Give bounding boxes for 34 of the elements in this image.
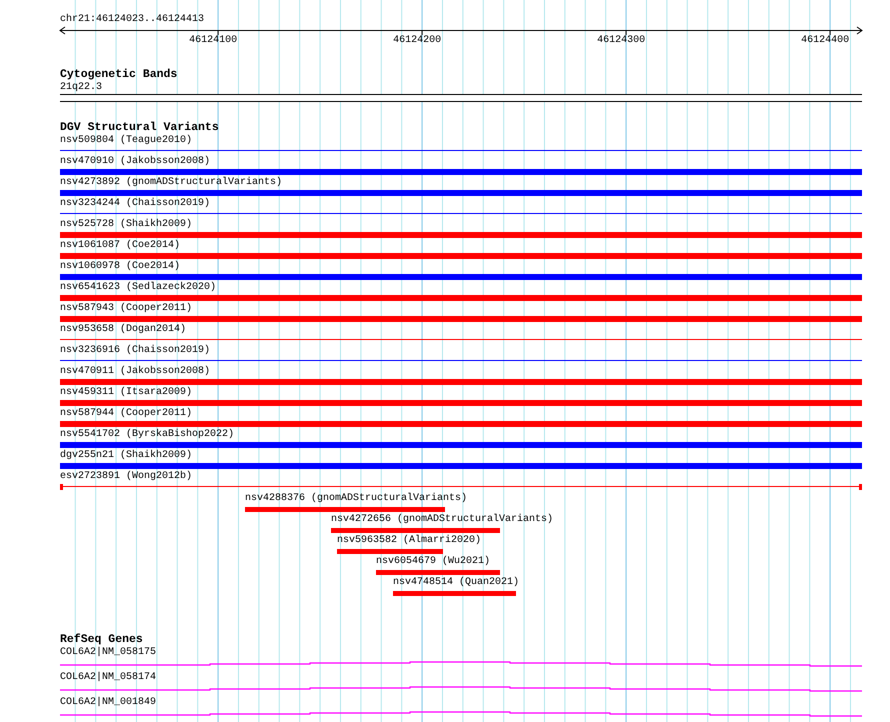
track-title: RefSeq Genes xyxy=(60,634,144,646)
gene-label: COL6A2|NM_058174 xyxy=(60,672,158,684)
variant-label: nsv4273892 (gnomADStructuralVariants) xyxy=(60,177,284,189)
variant-label: nsv4272656 (gnomADStructuralVariants) xyxy=(331,514,554,526)
variant-label: nsv5541702 (ByrskaBishop2022) xyxy=(60,429,236,441)
tick-label: 46124300 xyxy=(597,35,646,47)
variant-label: esv2723891 (Wong2012b) xyxy=(60,471,194,483)
variant-label: nsv6054679 (Wu2021) xyxy=(376,556,490,568)
variant-label: dgv255n21 (Shaikh2009) xyxy=(60,450,194,462)
tick-label: 46124100 xyxy=(189,35,238,47)
variant-label: nsv3234244 (Chaisson2019) xyxy=(60,198,212,210)
track-title: Cytogenetic Bands xyxy=(60,69,178,82)
variant-label: nsv1061087 (Coe2014) xyxy=(60,240,182,252)
variant-label: nsv459311 (Itsara2009) xyxy=(60,387,194,399)
band-label: 21q22.3 xyxy=(60,82,104,94)
tick-label: 46124400 xyxy=(801,35,850,47)
variant-label: nsv470910 (Jakobsson2008) xyxy=(60,156,212,168)
variant-label: nsv5963582 (Almarri2020) xyxy=(337,535,482,547)
variant-label: nsv509804 (Teague2010) xyxy=(60,135,194,147)
variant-label: nsv3236916 (Chaisson2019) xyxy=(60,345,212,357)
track-title: DGV Structural Variants xyxy=(60,122,220,134)
location-text: chr21:46124023..46124413 xyxy=(60,14,206,26)
variant-label: nsv470911 (Jakobsson2008) xyxy=(60,366,212,378)
variant-label: nsv953658 (Dogan2014) xyxy=(60,324,188,336)
variant-label: nsv6541623 (Sedlazeck2020) xyxy=(60,282,218,294)
variant-label: nsv587943 (Cooper2011) xyxy=(60,303,194,315)
gene-label: COL6A2|NM_058175 xyxy=(60,647,158,659)
gene-label: COL6A2|NM_001849 xyxy=(60,697,158,709)
variant-label: nsv4748514 (Quan2021) xyxy=(393,577,520,589)
variant-label: nsv4288376 (gnomADStructuralVariants) xyxy=(245,493,468,505)
variant-label: nsv587944 (Cooper2011) xyxy=(60,408,194,420)
variant-label: nsv1060978 (Coe2014) xyxy=(60,261,182,273)
tick-label: 46124200 xyxy=(393,35,442,47)
variant-label: nsv525728 (Shaikh2009) xyxy=(60,219,194,231)
